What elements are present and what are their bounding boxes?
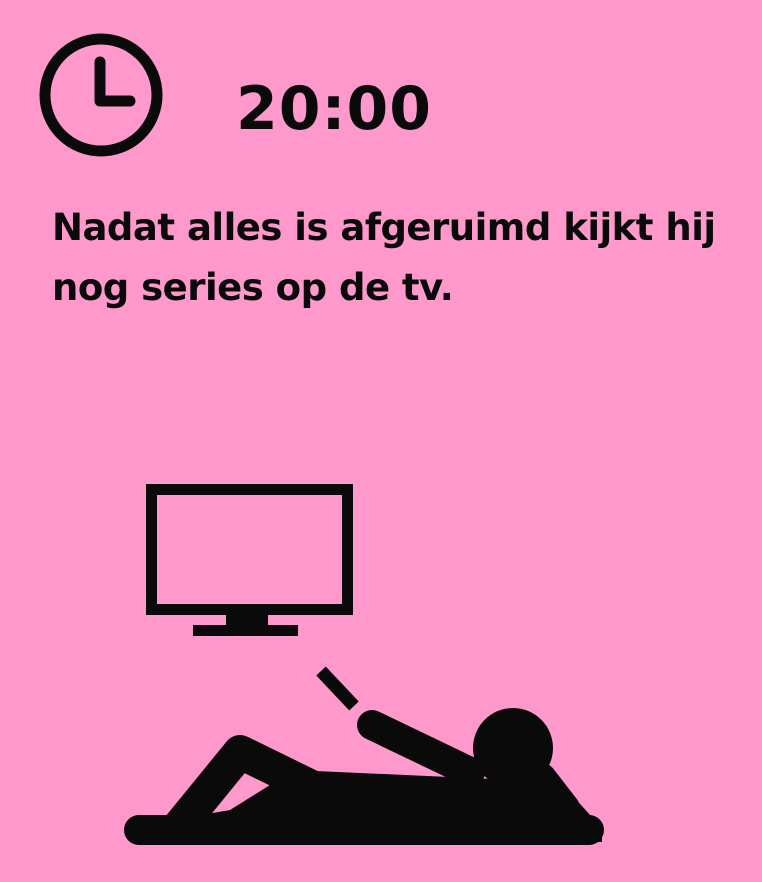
clock-icon <box>39 33 163 157</box>
tv-icon <box>146 484 353 636</box>
person-lying-remote-icon <box>124 666 604 845</box>
tv-watching-illustration <box>124 484 604 845</box>
time-label: 20:00 <box>236 74 432 144</box>
caption-text: Nadat alles is afgeruimd kijkt hij nog s… <box>52 206 716 309</box>
